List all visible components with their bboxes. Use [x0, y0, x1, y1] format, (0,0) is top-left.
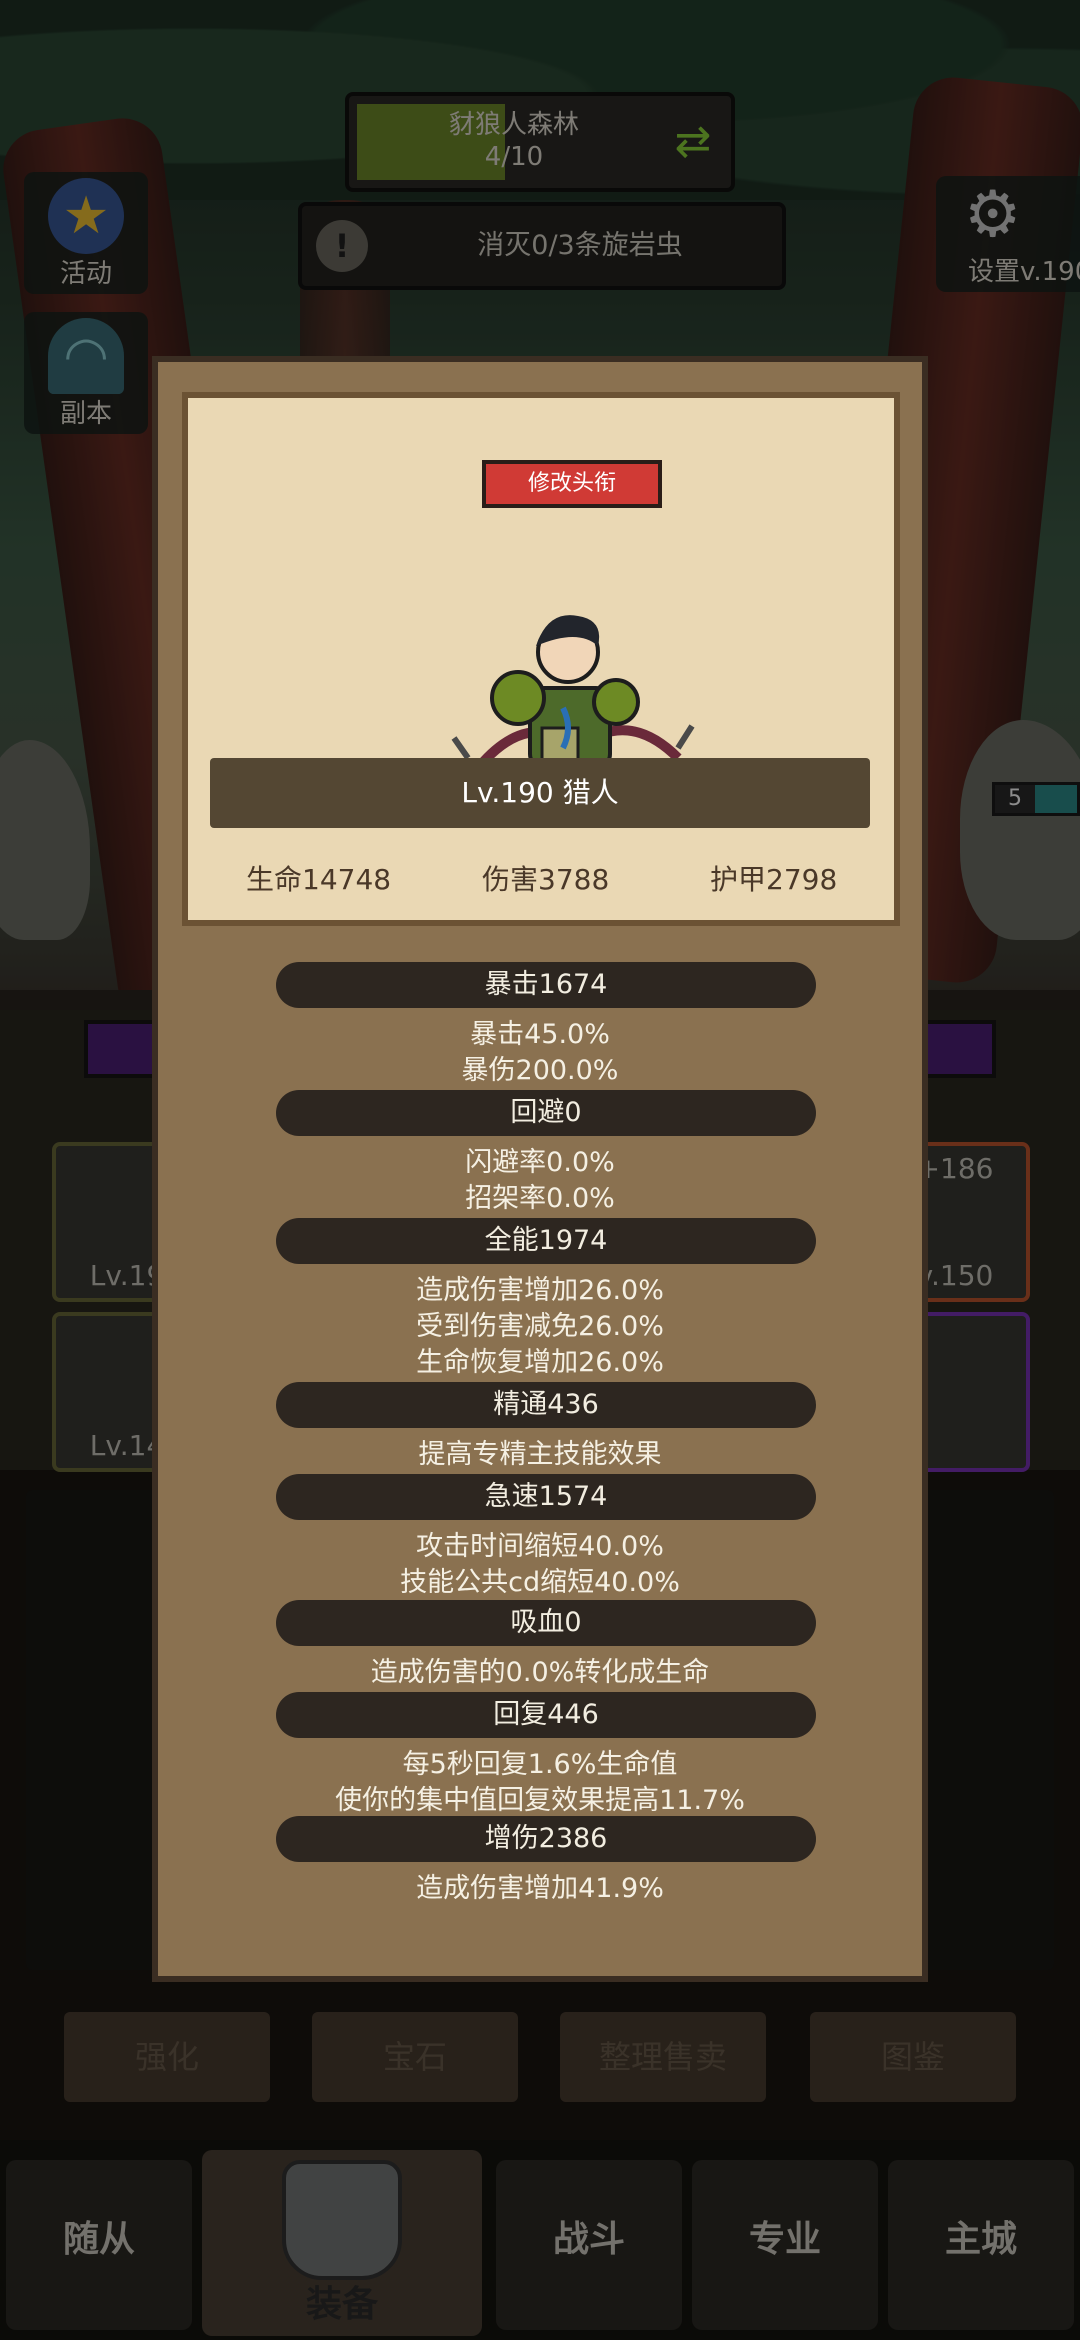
- stat-group-header: 吸血0: [276, 1600, 816, 1646]
- stat-line: 造成伤害的0.0%转化成生命: [370, 1657, 710, 1688]
- stat-line: 受到伤害减免26.0%: [416, 1311, 664, 1342]
- stat-line: 造成伤害增加26.0%: [416, 1275, 664, 1306]
- character-portrait-card: 修改头衔 Lv.190 猎人 生命14748 伤害3788 护甲2798: [182, 392, 900, 926]
- stat-line: 技能公共cd缩短40.0%: [400, 1567, 680, 1598]
- stat-line: 造成伤害增加41.9%: [416, 1873, 664, 1904]
- stat-group-header: 回复446: [276, 1692, 816, 1738]
- stat-group-header: 回避0: [276, 1090, 816, 1136]
- stat-line: 暴击45.0%: [470, 1019, 610, 1050]
- edit-title-button[interactable]: 修改头衔: [482, 460, 662, 508]
- stat-line: 闪避率0.0%: [465, 1147, 615, 1178]
- damage-stat: 伤害3788: [482, 863, 610, 896]
- hp-stat: 生命14748: [246, 863, 392, 896]
- hero-name-band: Lv.190 猎人: [210, 758, 870, 828]
- stat-line: 提高专精主技能效果: [418, 1439, 662, 1470]
- base-stats-row: 生命14748 伤害3788 护甲2798: [188, 858, 894, 898]
- stat-group-header: 精通436: [276, 1382, 816, 1428]
- stat-group-header: 急速1574: [276, 1474, 816, 1520]
- stat-group-header: 增伤2386: [276, 1816, 816, 1862]
- stat-group-header: 暴击1674: [276, 962, 816, 1008]
- armor-stat: 护甲2798: [710, 863, 838, 896]
- stat-line: 招架率0.0%: [465, 1183, 615, 1214]
- stat-line: 每5秒回复1.6%生命值: [402, 1749, 678, 1780]
- stat-line: 暴伤200.0%: [461, 1055, 619, 1086]
- stat-line: 使你的集中值回复效果提高11.7%: [335, 1785, 745, 1816]
- stat-line: 攻击时间缩短40.0%: [416, 1531, 664, 1562]
- character-stats-modal: 修改头衔 Lv.190 猎人 生命14748 伤害3788 护甲2798 暴击1…: [152, 356, 928, 1982]
- stat-group-header: 全能1974: [276, 1218, 816, 1264]
- stat-line: 生命恢复增加26.0%: [416, 1347, 664, 1378]
